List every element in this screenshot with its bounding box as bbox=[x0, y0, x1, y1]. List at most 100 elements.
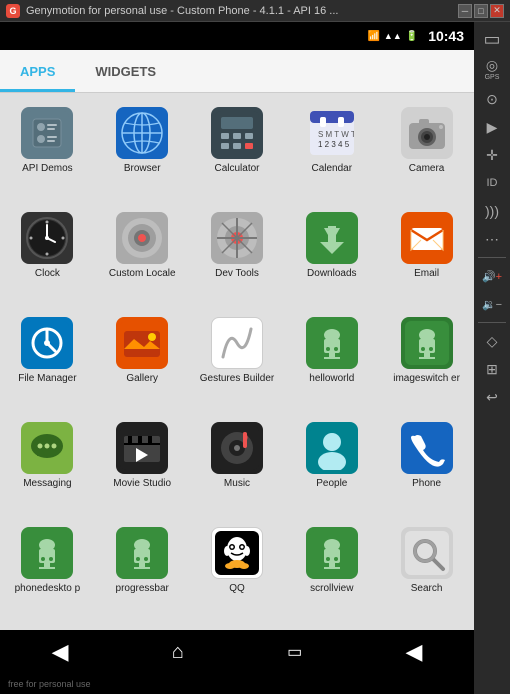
app-label-imageswitcher: imageswitch er bbox=[393, 373, 460, 385]
svg-text:1 2 3 4 5: 1 2 3 4 5 bbox=[318, 140, 350, 149]
tab-apps[interactable]: APPS bbox=[0, 54, 75, 92]
move-icon[interactable]: ✛ bbox=[477, 142, 507, 168]
app-icon-gestures-builder bbox=[211, 317, 263, 369]
sidebar-divider-1 bbox=[478, 257, 506, 258]
app-icon-downloads bbox=[306, 212, 358, 264]
battery-sidebar-icon[interactable]: ▭ bbox=[477, 26, 507, 52]
home-button[interactable]: ⌂ bbox=[158, 635, 198, 670]
volume-down-icon[interactable]: 🔉− bbox=[477, 291, 507, 317]
app-label-gestures-builder: Gestures Builder bbox=[200, 373, 274, 385]
app-label-scrollview: scrollview bbox=[310, 583, 353, 595]
app-label-messaging: Messaging bbox=[23, 478, 71, 490]
app-icon-calendar: S M T W T 1 2 3 4 5 bbox=[306, 107, 358, 159]
app-icon: G bbox=[6, 4, 20, 18]
app-item-people[interactable]: People bbox=[284, 414, 379, 519]
maximize-button[interactable]: □ bbox=[474, 4, 488, 18]
app-label-calculator: Calculator bbox=[214, 163, 259, 175]
app-label-search: Search bbox=[411, 583, 443, 595]
app-item-gallery[interactable]: Gallery bbox=[95, 309, 190, 414]
app-item-file-manager[interactable]: File Manager bbox=[0, 309, 95, 414]
battery-icon: 🔋 bbox=[406, 31, 418, 42]
app-item-progressbar[interactable]: progressbar bbox=[95, 519, 190, 624]
app-item-email[interactable]: Email bbox=[379, 204, 474, 309]
back-right-button[interactable]: ◀ bbox=[391, 633, 436, 671]
app-label-downloads: Downloads bbox=[307, 268, 356, 280]
rss-icon[interactable]: ))) bbox=[477, 198, 507, 224]
app-icon-imageswitcher bbox=[401, 317, 453, 369]
app-item-phone[interactable]: Phone bbox=[379, 414, 474, 519]
app-item-calendar[interactable]: S M T W T 1 2 3 4 5 Calendar bbox=[284, 99, 379, 204]
svg-text:S M T W T: S M T W T bbox=[318, 130, 354, 139]
bottom-bar-text: free for personal use bbox=[8, 679, 91, 689]
app-label-custom-locale: Custom Locale bbox=[109, 268, 176, 280]
camera-sidebar-icon[interactable]: ⊙ bbox=[477, 86, 507, 112]
app-icon-qq bbox=[211, 527, 263, 579]
app-icon-scrollview bbox=[306, 527, 358, 579]
video-icon[interactable]: ▶ bbox=[477, 114, 507, 140]
app-item-api-demos[interactable]: API Demos bbox=[0, 99, 95, 204]
app-item-messaging[interactable]: Messaging bbox=[0, 414, 95, 519]
app-item-music[interactable]: Music bbox=[190, 414, 285, 519]
status-icons: 📶 ▲▲ 🔋 10:43 bbox=[367, 28, 464, 44]
back-button[interactable]: ◀ bbox=[38, 633, 83, 671]
app-item-gestures-builder[interactable]: Gestures Builder bbox=[190, 309, 285, 414]
app-icon-email bbox=[401, 212, 453, 264]
app-item-dev-tools[interactable]: Dev Tools bbox=[190, 204, 285, 309]
app-label-dev-tools: Dev Tools bbox=[215, 268, 259, 280]
right-sidebar: ▭ ◎ GPS ⊙ ▶ ✛ ID ))) ⋯ 🔊+ 🔉− ◇ ⊞ ↩ bbox=[474, 22, 510, 694]
app-label-file-manager: File Manager bbox=[18, 373, 76, 385]
app-icon-phone bbox=[401, 422, 453, 474]
back-sidebar-icon[interactable]: ↩ bbox=[477, 384, 507, 410]
app-label-phone: Phone bbox=[412, 478, 441, 490]
app-icon-phonedesktop bbox=[21, 527, 73, 579]
recent-button[interactable]: ▭ bbox=[273, 636, 316, 668]
app-item-clock[interactable]: Clock bbox=[0, 204, 95, 309]
app-icon-movie-studio bbox=[116, 422, 168, 474]
app-area: APPS WIDGETS API Demos bbox=[0, 50, 474, 630]
zoom-icon[interactable]: ⊞ bbox=[477, 356, 507, 382]
id-icon[interactable]: ID bbox=[477, 170, 507, 196]
app-item-custom-locale[interactable]: Custom Locale bbox=[95, 204, 190, 309]
tab-widgets[interactable]: WIDGETS bbox=[75, 54, 176, 92]
app-label-gallery: Gallery bbox=[126, 373, 158, 385]
app-item-helloworld[interactable]: helloworld bbox=[284, 309, 379, 414]
app-item-movie-studio[interactable]: Movie Studio bbox=[95, 414, 190, 519]
app-item-imageswitcher[interactable]: imageswitch er bbox=[379, 309, 474, 414]
app-item-camera[interactable]: Camera bbox=[379, 99, 474, 204]
volume-up-icon[interactable]: 🔊+ bbox=[477, 263, 507, 289]
app-item-calculator[interactable]: Calculator bbox=[190, 99, 285, 204]
app-icon-gallery bbox=[116, 317, 168, 369]
status-time: 10:43 bbox=[428, 28, 464, 44]
status-bar: 📶 ▲▲ 🔋 10:43 bbox=[0, 22, 474, 50]
close-button[interactable]: ✕ bbox=[490, 4, 504, 18]
screen: 📶 ▲▲ 🔋 10:43 APPS WIDGETS bbox=[0, 22, 474, 694]
minimize-button[interactable]: ─ bbox=[458, 4, 472, 18]
app-label-music: Music bbox=[224, 478, 250, 490]
wifi-icon: 📶 bbox=[367, 31, 379, 42]
app-icon-messaging bbox=[21, 422, 73, 474]
app-item-phonedesktop[interactable]: phonedeskto p bbox=[0, 519, 95, 624]
app-label-progressbar: progressbar bbox=[116, 583, 169, 595]
app-label-helloworld: helloworld bbox=[309, 373, 354, 385]
tabs-bar: APPS WIDGETS bbox=[0, 50, 474, 93]
gps-icon[interactable]: ◎ GPS bbox=[477, 54, 507, 84]
app-icon-calculator bbox=[211, 107, 263, 159]
app-item-downloads[interactable]: Downloads bbox=[284, 204, 379, 309]
app-icon-file-manager bbox=[21, 317, 73, 369]
app-label-movie-studio: Movie Studio bbox=[113, 478, 171, 490]
app-icon-helloworld bbox=[306, 317, 358, 369]
app-icon-clock bbox=[21, 212, 73, 264]
app-icon-search bbox=[401, 527, 453, 579]
phone-frame: 📶 ▲▲ 🔋 10:43 APPS WIDGETS bbox=[0, 22, 510, 694]
app-item-scrollview[interactable]: scrollview bbox=[284, 519, 379, 624]
app-item-browser[interactable]: Browser bbox=[95, 99, 190, 204]
app-icon-camera bbox=[401, 107, 453, 159]
app-item-search[interactable]: Search bbox=[379, 519, 474, 624]
app-item-qq[interactable]: QQ bbox=[190, 519, 285, 624]
rotate-icon[interactable]: ◇ bbox=[477, 328, 507, 354]
window-controls[interactable]: ─ □ ✕ bbox=[458, 4, 504, 18]
app-label-calendar: Calendar bbox=[311, 163, 352, 175]
menu-icon[interactable]: ⋯ bbox=[477, 226, 507, 252]
apps-grid: API Demos Browser Calculator bbox=[0, 93, 474, 630]
app-label-api-demos: API Demos bbox=[22, 163, 73, 175]
